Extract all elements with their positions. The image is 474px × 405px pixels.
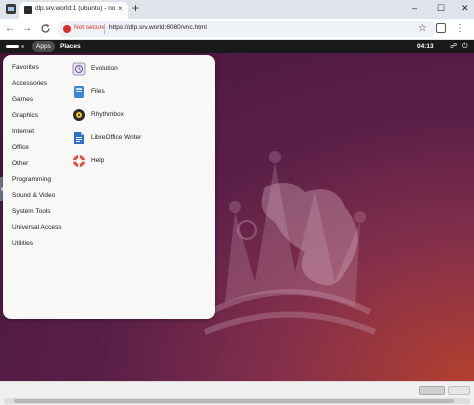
not-secure-icon[interactable] [63,25,71,33]
scroll-right-button[interactable] [448,386,470,395]
browser-tabbar: dlp.srv.world:1 (ubuntu) - noVNC × + – ☐… [0,0,474,19]
rhythmbox-icon [73,109,85,121]
app-label: Rhythmbox [91,111,124,118]
evolution-icon [72,62,86,76]
category-utilities[interactable]: Utilities [12,240,33,247]
files-icon [74,86,84,98]
gnome-top-bar: Apps Places 04:13 ☍ ⏻ [0,40,474,53]
remote-desktop[interactable]: Apps Places 04:13 ☍ ⏻ Favorites Accessor… [0,40,474,381]
not-secure-label[interactable]: Not secure [74,24,105,31]
libreoffice-writer-icon [74,132,84,144]
novnc-bottom-bar [0,381,474,405]
category-system-tools[interactable]: System Tools [12,208,51,215]
app-libreoffice-writer[interactable]: LibreOffice Writer [69,129,199,149]
tab-close-button[interactable]: × [118,4,123,14]
url-divider [104,24,105,34]
app-label: LibreOffice Writer [91,134,142,141]
maximize-button[interactable]: ☐ [437,2,445,14]
app-label: Evolution [91,65,118,72]
url-text[interactable]: https://dlp.srv.world:6080/vnc.html [109,24,207,31]
tab-search-icon[interactable] [6,4,16,14]
browser-menu-button[interactable]: ⋮ [455,22,465,36]
close-window-button[interactable]: ✕ [461,2,469,14]
category-internet[interactable]: Internet [12,128,34,135]
category-other[interactable]: Other [12,160,28,167]
places-menu-button[interactable]: Places [60,41,81,52]
browser-toolbar: ← → Not secure https://dlp.srv.world:608… [0,19,474,40]
apps-menu-button[interactable]: Apps [32,41,55,52]
network-icon[interactable]: ☍ [450,41,457,52]
reload-icon[interactable] [40,23,51,34]
horizontal-scrollbar[interactable] [4,398,470,404]
workspace-dot [21,45,24,48]
back-button[interactable]: ← [5,22,15,36]
activities-indicator[interactable] [6,45,19,48]
category-office[interactable]: Office [12,144,29,151]
scroll-left-button[interactable] [419,386,445,395]
app-files[interactable]: Files [69,83,199,103]
address-bar[interactable]: Not secure https://dlp.srv.world:6080/vn… [57,21,437,37]
category-universal-access[interactable]: Universal Access [12,224,62,231]
app-label: Files [91,88,105,95]
category-games[interactable]: Games [12,96,33,103]
extensions-icon[interactable] [436,23,446,33]
applications-menu: Favorites Accessories Games Graphics Int… [3,55,215,319]
category-sound-video[interactable]: Sound & Video [12,192,55,199]
category-graphics[interactable]: Graphics [12,112,38,119]
browser-tab[interactable]: dlp.srv.world:1 (ubuntu) - noVNC × [19,2,128,19]
tab-title: dlp.srv.world:1 (ubuntu) - noVNC [35,5,115,12]
category-accessories[interactable]: Accessories [12,80,47,87]
minimize-button[interactable]: – [412,2,417,14]
app-help[interactable]: Help [69,152,199,172]
ubuntu-crown-wallpaper-icon [203,151,377,335]
app-rhythmbox[interactable]: Rhythmbox [69,106,199,126]
clock[interactable]: 04:13 [417,41,434,52]
star-icon[interactable]: ☆ [418,22,427,36]
app-evolution[interactable]: Evolution [69,60,199,80]
category-programming[interactable]: Programming [12,176,51,183]
power-icon[interactable]: ⏻ [462,41,468,52]
scrollbar-thumb[interactable] [14,399,454,403]
app-label: Help [91,157,105,164]
novnc-favicon-icon [24,6,32,14]
new-tab-button[interactable]: + [132,1,139,15]
help-icon [73,155,85,167]
category-favorites[interactable]: Favorites [12,64,39,71]
forward-button[interactable]: → [22,22,32,36]
